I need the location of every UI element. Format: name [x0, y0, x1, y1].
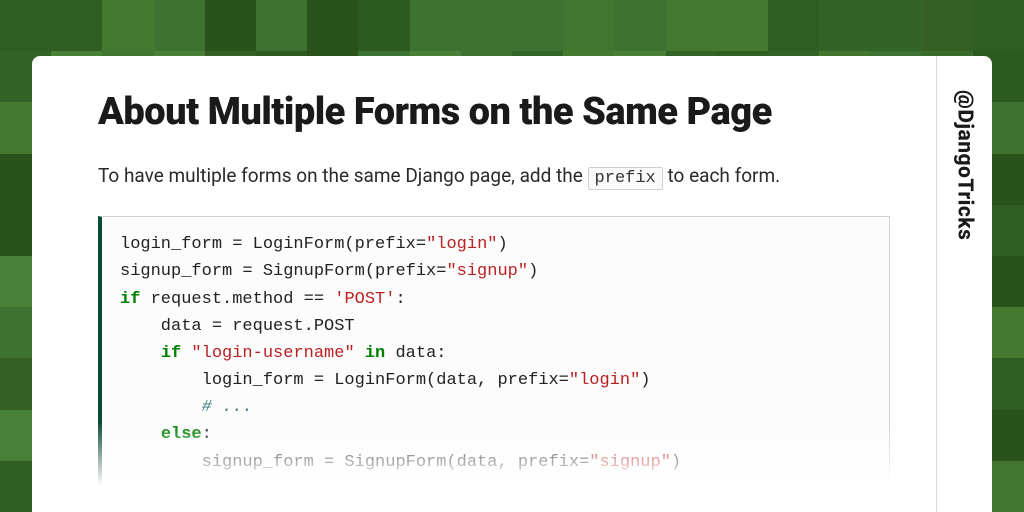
sidebar: @DjangoTricks: [936, 56, 992, 512]
inline-code-prefix: prefix: [588, 167, 663, 190]
article-content: About Multiple Forms on the Same Page To…: [32, 56, 936, 512]
article-intro: To have multiple forms on the same Djang…: [98, 161, 838, 192]
code-block: login_form = LoginForm(prefix="login") s…: [98, 216, 890, 491]
article-card: About Multiple Forms on the Same Page To…: [32, 56, 992, 512]
intro-text-pre: To have multiple forms on the same Djang…: [98, 164, 588, 187]
article-title: About Multiple Forms on the Same Page: [98, 90, 890, 135]
intro-text-post: to each form.: [667, 164, 780, 187]
twitter-handle: @DjangoTricks: [953, 90, 977, 240]
